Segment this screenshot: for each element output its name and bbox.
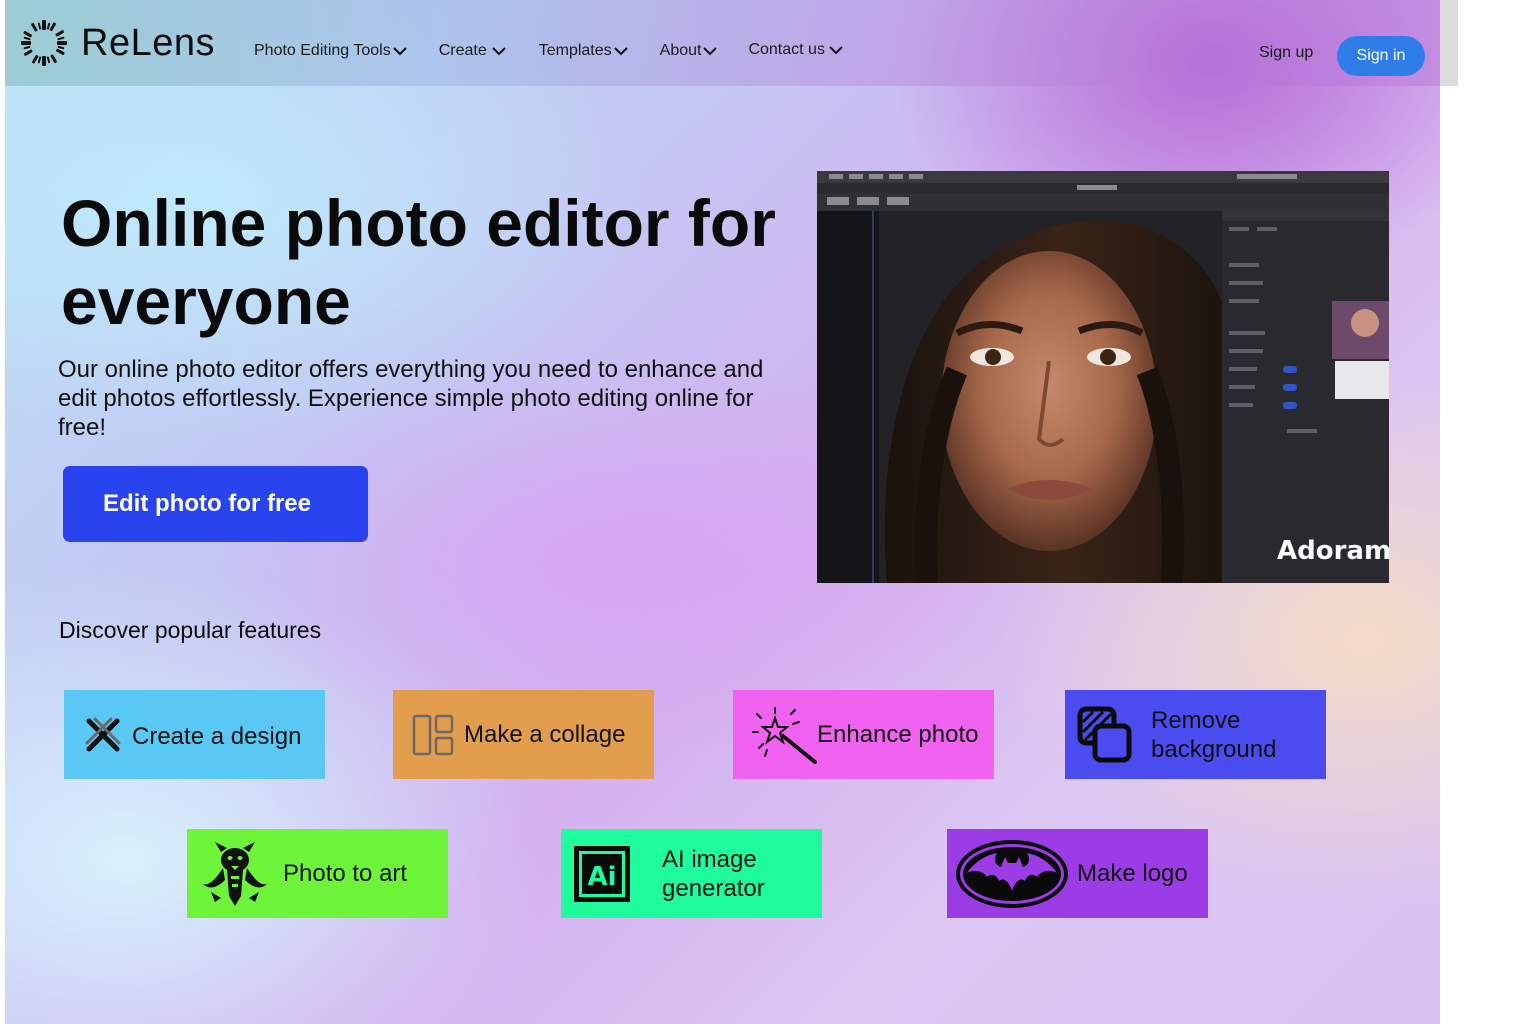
ai-logo-icon: Ai	[572, 844, 632, 904]
edit-photo-button[interactable]: Edit photo for free	[63, 466, 368, 542]
brand-name: ReLens	[81, 21, 215, 64]
feature-label: Create a design	[132, 723, 302, 750]
chevron-down-icon	[492, 47, 506, 56]
nav-label: About	[659, 42, 702, 59]
scrollbar-track[interactable]	[1440, 0, 1458, 86]
feature-label: Make logo	[1077, 860, 1188, 887]
feature-label: Enhance photo	[817, 721, 979, 748]
layers-icon	[1077, 706, 1133, 764]
cross-tools-icon	[84, 716, 122, 754]
hero-subtitle: Our online photo editor offers everythin…	[58, 356, 764, 441]
sign-in-button[interactable]: Sign in	[1337, 36, 1425, 76]
chevron-down-icon	[392, 47, 407, 56]
feature-remove-background[interactable]: Remove background	[1065, 690, 1326, 779]
page: ReLens Photo Editing Tools Create Templa…	[5, 0, 1440, 1024]
feature-make-logo[interactable]: Make logo	[947, 829, 1208, 918]
feature-make-collage[interactable]: Make a collage	[393, 690, 654, 779]
sign-up-link[interactable]: Sign up	[1259, 44, 1313, 62]
bat-logo-icon	[953, 837, 1071, 911]
image-watermark: Adoram	[1277, 536, 1389, 566]
feature-create-design[interactable]: Create a design	[64, 690, 325, 779]
nav-label: Photo Editing Tools	[254, 42, 391, 59]
brand-logo[interactable]: ReLens	[19, 18, 215, 68]
nav-label: Contact us	[748, 41, 825, 58]
chevron-down-icon	[613, 47, 628, 56]
nav-label: Templates	[538, 42, 612, 59]
relens-logo-icon	[21, 20, 67, 66]
feature-label: Remove background	[1151, 706, 1277, 763]
feature-label: Photo to art	[283, 860, 408, 887]
svg-text:Ai: Ai	[587, 862, 616, 892]
nav-create[interactable]: Create	[439, 42, 506, 60]
nav-photo-editing-tools[interactable]: Photo Editing Tools	[254, 42, 407, 60]
chevron-down-icon	[703, 47, 718, 56]
feature-photo-to-art[interactable]: Photo to art	[187, 829, 448, 918]
nav-contact-us[interactable]: Contact us	[748, 40, 843, 60]
feature-label: Make a collage	[464, 721, 626, 748]
hero-image: Adoram	[817, 171, 1389, 583]
feature-label: AI image generator	[662, 845, 765, 902]
editor-screenshot-image: Adoram	[817, 171, 1389, 583]
feature-ai-image-generator[interactable]: Ai AI image generator	[561, 829, 822, 918]
features-heading: Discover popular features	[59, 617, 322, 643]
nav-label: Create	[438, 42, 487, 59]
nav-templates[interactable]: Templates	[539, 42, 628, 60]
magic-wand-icon	[751, 706, 817, 764]
chevron-down-icon	[829, 46, 843, 55]
hero-title: Online photo editor for everyone	[61, 186, 776, 338]
panther-icon	[201, 840, 269, 908]
collage-layout-icon	[412, 714, 454, 756]
nav-about[interactable]: About	[660, 42, 718, 60]
main-nav: Photo Editing Tools Create Templates Abo…	[254, 40, 843, 60]
navbar: ReLens Photo Editing Tools Create Templa…	[5, 0, 1440, 86]
feature-enhance-photo[interactable]: Enhance photo	[733, 690, 994, 779]
